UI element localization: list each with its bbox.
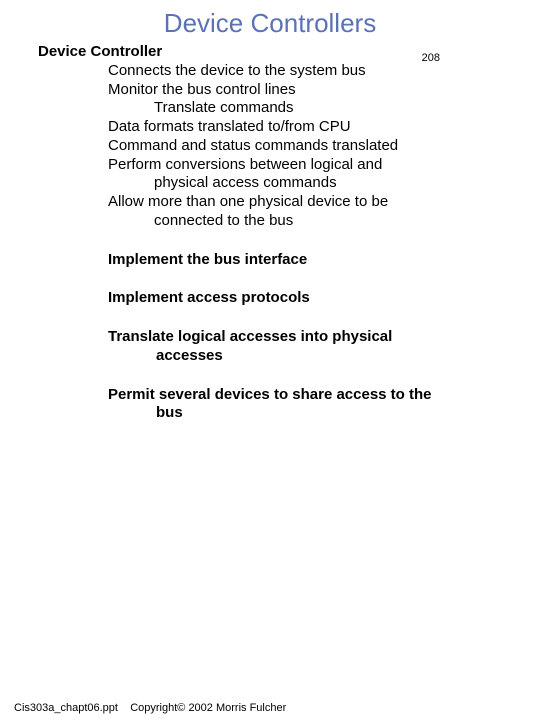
- body-subline: Translate commands: [154, 99, 540, 118]
- section-heading: Device Controller: [38, 43, 540, 62]
- bold-line: Translate logical accesses into physical: [108, 328, 540, 347]
- footer-file: Cis303a_chapt06.ppt: [14, 702, 118, 714]
- content-block: Device Controller Connects the device to…: [38, 43, 540, 231]
- body-line: Perform conversions between logical and: [108, 156, 540, 175]
- page-number: 208: [422, 52, 440, 64]
- bold-line: Implement the bus interface: [108, 251, 540, 270]
- bold-subline: accesses: [156, 347, 540, 366]
- body-line: Command and status commands translated: [108, 137, 540, 156]
- body-subline: connected to the bus: [154, 212, 540, 231]
- bold-line: Permit several devices to share access t…: [108, 386, 540, 405]
- body-line: Monitor the bus control lines: [108, 81, 540, 100]
- body-line: Connects the device to the system bus: [108, 62, 540, 81]
- bold-section: Implement the bus interface Implement ac…: [108, 251, 540, 424]
- footer: Cis303a_chapt06.ppt Copyright© 2002 Morr…: [14, 702, 286, 714]
- bold-line: Implement access protocols: [108, 289, 540, 308]
- slide-title: Device Controllers: [0, 8, 540, 39]
- bold-subline: bus: [156, 404, 540, 423]
- body-line: Allow more than one physical device to b…: [108, 193, 540, 212]
- footer-copyright: Copyright© 2002 Morris Fulcher: [130, 702, 286, 714]
- body-line: Data formats translated to/from CPU: [108, 118, 540, 137]
- body-subline: physical access commands: [154, 174, 540, 193]
